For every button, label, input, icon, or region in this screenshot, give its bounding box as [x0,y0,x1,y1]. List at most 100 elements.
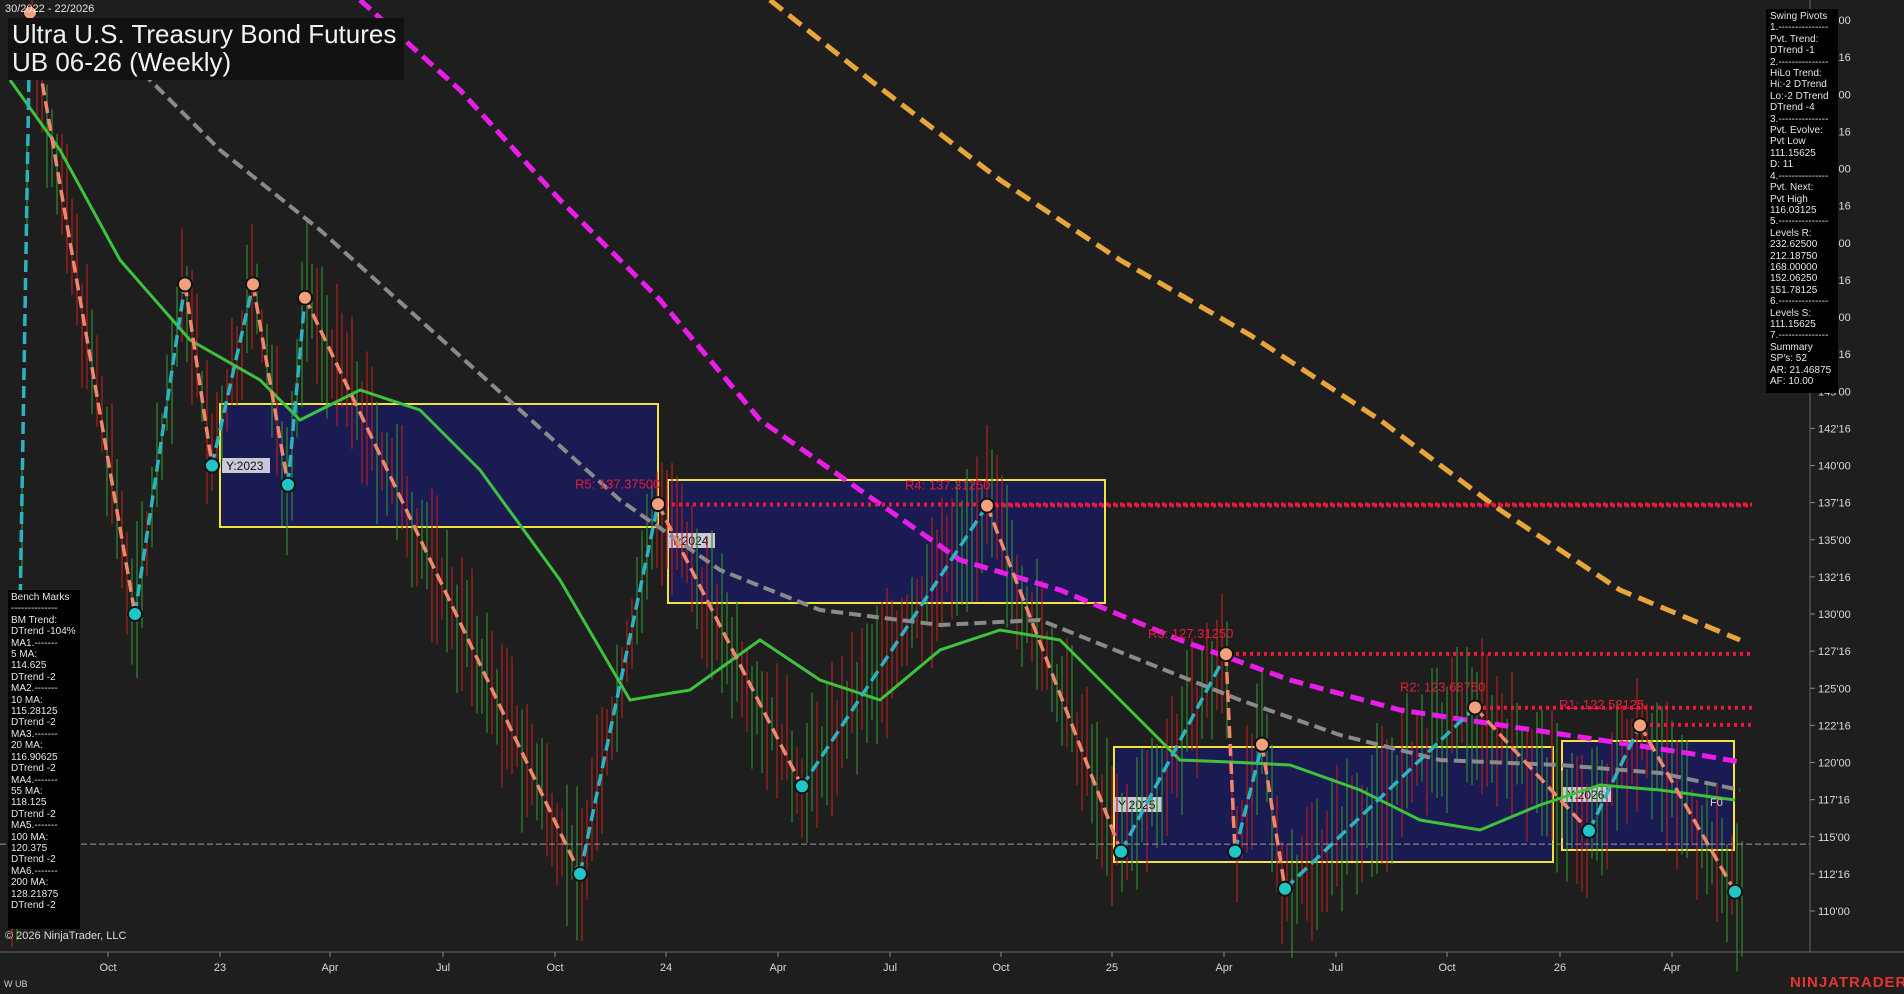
bench-marks-line: 55 MA: [11,785,43,797]
bench-marks-line: 20 MA: [11,740,43,752]
chart-subtitle: UB 06-26 (Weekly) [12,47,232,77]
swing-pivots-line: 3.--------------- [1770,113,1829,125]
y-tick-label: 117'16 [1818,795,1850,807]
bench-marks-line: MA2.------- [11,683,58,695]
swing-pivots-line: 111.15625 [1770,318,1816,330]
down-swing [183,284,214,466]
y-tick-label: 127'16 [1818,646,1851,658]
y-tick-label: 115'00 [1818,832,1850,844]
swing-high-marker [1254,736,1270,753]
x-tick-label: Jul [883,962,897,974]
swing-high-marker [177,276,193,293]
bench-marks-line: DTrend -2 [11,763,56,775]
bench-marks-line: MA3.------- [11,728,58,740]
swing-pivots-line: 111.15625 [1770,147,1816,159]
swing-pivots-line: SP's: 52 [1770,353,1807,365]
x-tick-label: Apr [769,962,786,974]
swing-pivots-line: Pvt Low [1770,136,1806,148]
bench-marks-line: MA6.------- [11,865,58,877]
swing-pivots-line: 6.--------------- [1770,296,1829,308]
swing-pivots-line: 151.78125 [1770,284,1818,296]
swing-high-marker [650,496,666,513]
y-tick-label: 137'16 [1818,498,1851,510]
swing-pivots-panel: Swing Pivots 1.--------------- Pvt. Trend:… [1766,9,1838,393]
x-tick-label: Oct [546,962,563,974]
swing-pivots-line: 116.03125 [1770,204,1817,216]
y-tick-label: 122'16 [1818,720,1851,732]
bench-marks-line: 10 MA: [11,694,43,706]
swing-high-marker [1467,699,1483,716]
swing-pivots-line: DTrend -4 [1770,102,1815,114]
y-tick-label: 112'16 [1818,869,1850,881]
swing-pivots-line: 168.00000 [1770,261,1818,273]
bench-marks-line: 128.21875 [11,888,59,900]
y-tick-label: 120'00 [1818,758,1851,770]
resistance-label: R5: 137.37500 [575,476,660,491]
swing-pivots-line: Lo:-2 DTrend [1770,90,1829,102]
x-tick-label: 25 [1106,962,1118,974]
x-tick-label: Jul [436,962,450,974]
bench-marks-line: DTrend -2 [11,854,56,866]
chart-title-box: Ultra U.S. Treasury Bond Futures UB 06-2… [8,18,405,80]
swing-pivots-line: D: 11 [1770,159,1794,171]
swing-low-marker [572,865,588,882]
swing-low-marker [1581,822,1597,839]
bench-marks-line: 114.625 [11,660,47,672]
time-axis: Oct 23 Apr Jul Oct 24 Apr Jul Oct 25 Apr Jul Oct 26 Ap… [99,952,1681,974]
y-tick-label: 142'16 [1818,423,1851,435]
bench-marks-line: DTrend -2 [11,717,56,729]
swing-pivots-line: Levels R: [1770,227,1812,239]
swing-pivots-line: Summary [1770,341,1813,353]
y-tick-label: 110'00 [1818,906,1850,918]
swing-low-marker [794,778,810,795]
x-tick-label: Oct [992,962,1009,974]
up-swing [133,284,187,615]
bench-marks-line: BM Trend: [11,614,58,626]
swing-pivots-line: Pvt. Trend: [1770,33,1819,45]
resistance-label: R1: 122.53125 [1559,697,1644,712]
resistance-label: R3: 127.31250 [1148,626,1233,641]
swing-pivots-line: Pvt High [1770,193,1808,205]
fib-label: F0 [1710,797,1723,809]
swing-high-marker [1218,646,1234,663]
y-tick-label: 135'00 [1818,535,1851,547]
bench-marks-line: -------------- [11,603,58,615]
swing-pivots-line: Hi:-2 DTrend [1770,79,1827,91]
swing-low-marker [204,457,220,474]
swing-pivots-line: Swing Pivots [1770,11,1828,22]
swing-low-marker [127,606,143,622]
bench-marks-line: 118.125 [11,797,47,809]
swing-pivots-line: 5.--------------- [1770,216,1829,228]
bench-marks-line: DTrend -104% [11,626,76,638]
bench-marks-line: 115.28125 [11,706,58,718]
swing-low-marker [1277,880,1293,897]
swing-pivots-line: 4.--------------- [1770,170,1829,182]
swing-pivots-line: 232.62500 [1770,239,1818,251]
swing-high-marker [297,289,313,306]
swing-low-marker [280,476,296,493]
y-tick-label: 132'16 [1818,572,1851,584]
up-swing [578,503,660,875]
price-chart[interactable]: Y:2023Y:2024Y:2025Y:2026 R5: 137.37500R4… [0,0,1904,994]
chart-title: Ultra U.S. Treasury Bond Futures [12,19,397,49]
bench-marks-line: DTrend -2 [11,899,56,911]
swing-high-marker [979,497,995,514]
swing-pivots-line: Levels S: [1770,307,1812,319]
y-tick-label: 125'00 [1818,683,1851,695]
bench-marks-line: 116.90625 [11,751,58,763]
ma-100-line [358,0,1741,765]
x-tick-label: 24 [660,962,672,974]
x-tick-label: 23 [214,962,226,974]
swing-pivots-line: Pvt. Evolve: [1770,125,1823,137]
bench-marks-line: 120.375 [11,842,48,854]
swing-low-marker [1227,843,1243,860]
brand-logo: NINJATRADER [1790,974,1904,991]
x-tick-label: 26 [1554,962,1566,974]
bench-marks-line: MA5.------- [11,820,58,832]
swing-pivots-line: HiLo Trend: [1770,68,1822,80]
y-tick-label: 140'00 [1818,461,1851,473]
x-tick-label: Apr [321,962,338,974]
bench-marks-line: MA1.------- [11,637,58,649]
swing-pivots-line: 1.--------------- [1770,22,1829,34]
y-tick-label: 130'00 [1818,609,1851,621]
